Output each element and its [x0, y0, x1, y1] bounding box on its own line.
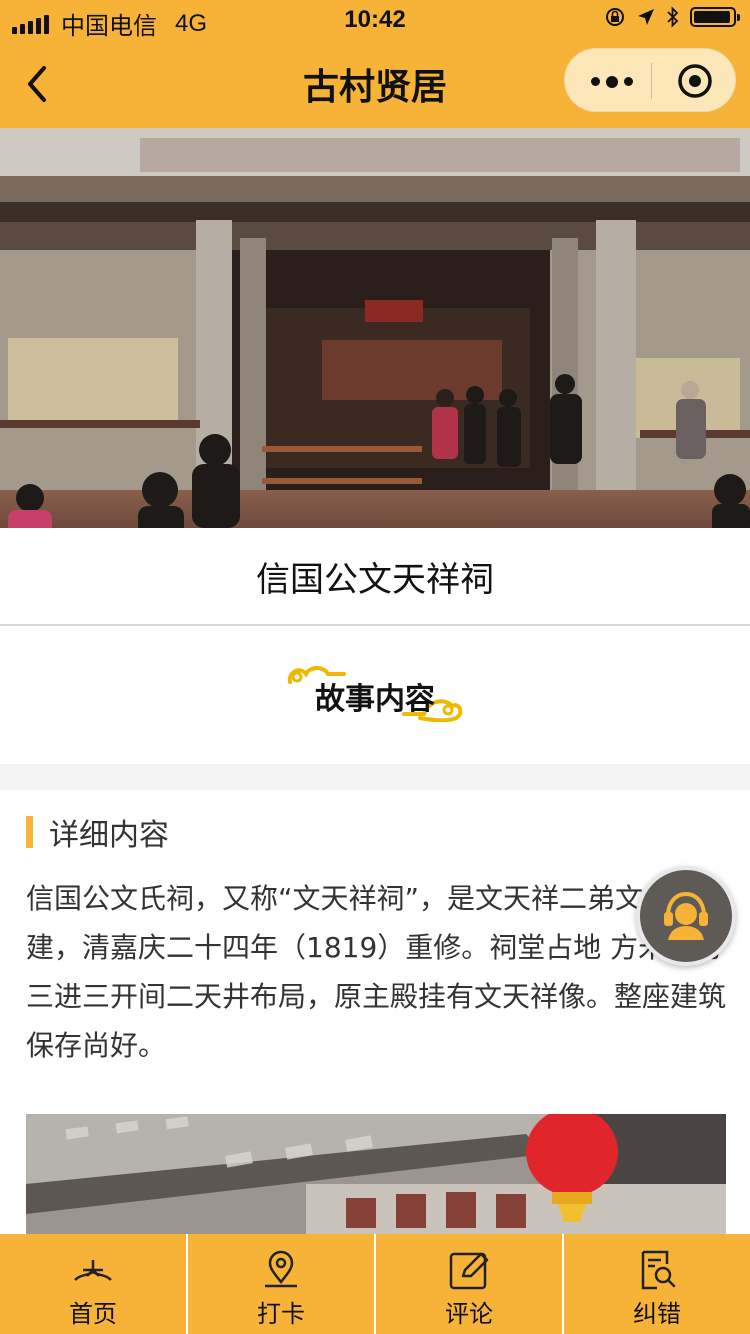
- tab-correction-label: 纠错: [633, 1300, 681, 1328]
- capsule-divider: [651, 63, 652, 99]
- rotation-lock-icon: [606, 8, 624, 26]
- mini-program-capsule: [564, 48, 736, 112]
- tab-checkin[interactable]: 打卡: [186, 1234, 374, 1334]
- place-name: 信国公文天祥祠: [256, 559, 494, 600]
- edit-comment-icon: [449, 1252, 489, 1290]
- status-bar: 中国电信 4G 10:42: [0, 0, 750, 40]
- detail-body-text: 信国公文氏祠，又称“文天祥祠”，是文天祥二弟文 裔所建，清嘉庆二十四年（1819…: [26, 882, 727, 1062]
- story-section-header: 故事内容: [0, 626, 750, 764]
- search-document-icon: [641, 1250, 676, 1290]
- home-icon: [74, 1260, 112, 1281]
- content-photo: [26, 1114, 726, 1236]
- tab-comment-label: 评论: [445, 1300, 493, 1328]
- tab-checkin-label: 打卡: [257, 1300, 305, 1328]
- bottom-tab-bar: 首页 打卡 评论 纠错: [0, 1234, 750, 1334]
- hero-photo: [0, 128, 750, 528]
- battery-icon: [690, 7, 740, 27]
- tab-correction[interactable]: 纠错: [562, 1234, 750, 1334]
- location-arrow-icon: [638, 9, 654, 25]
- bluetooth-icon: [667, 6, 679, 28]
- tab-home[interactable]: 首页: [0, 1234, 186, 1334]
- customer-service-icon: [664, 891, 708, 940]
- detail-heading-label: 详细内容: [49, 818, 169, 853]
- tab-comment[interactable]: 评论: [374, 1234, 562, 1334]
- customer-service-button[interactable]: [636, 866, 736, 966]
- section-gap: [0, 764, 750, 790]
- target-circle-icon[interactable]: [677, 63, 713, 99]
- story-title: 故事内容: [315, 682, 435, 717]
- more-dots-icon[interactable]: [591, 75, 633, 88]
- tab-home-label: 首页: [69, 1300, 117, 1328]
- nav-bar: 古村贤居: [0, 40, 750, 128]
- detail-heading: 详细内容: [26, 812, 169, 853]
- location-pin-icon: [265, 1250, 297, 1288]
- accent-bar: [26, 816, 33, 848]
